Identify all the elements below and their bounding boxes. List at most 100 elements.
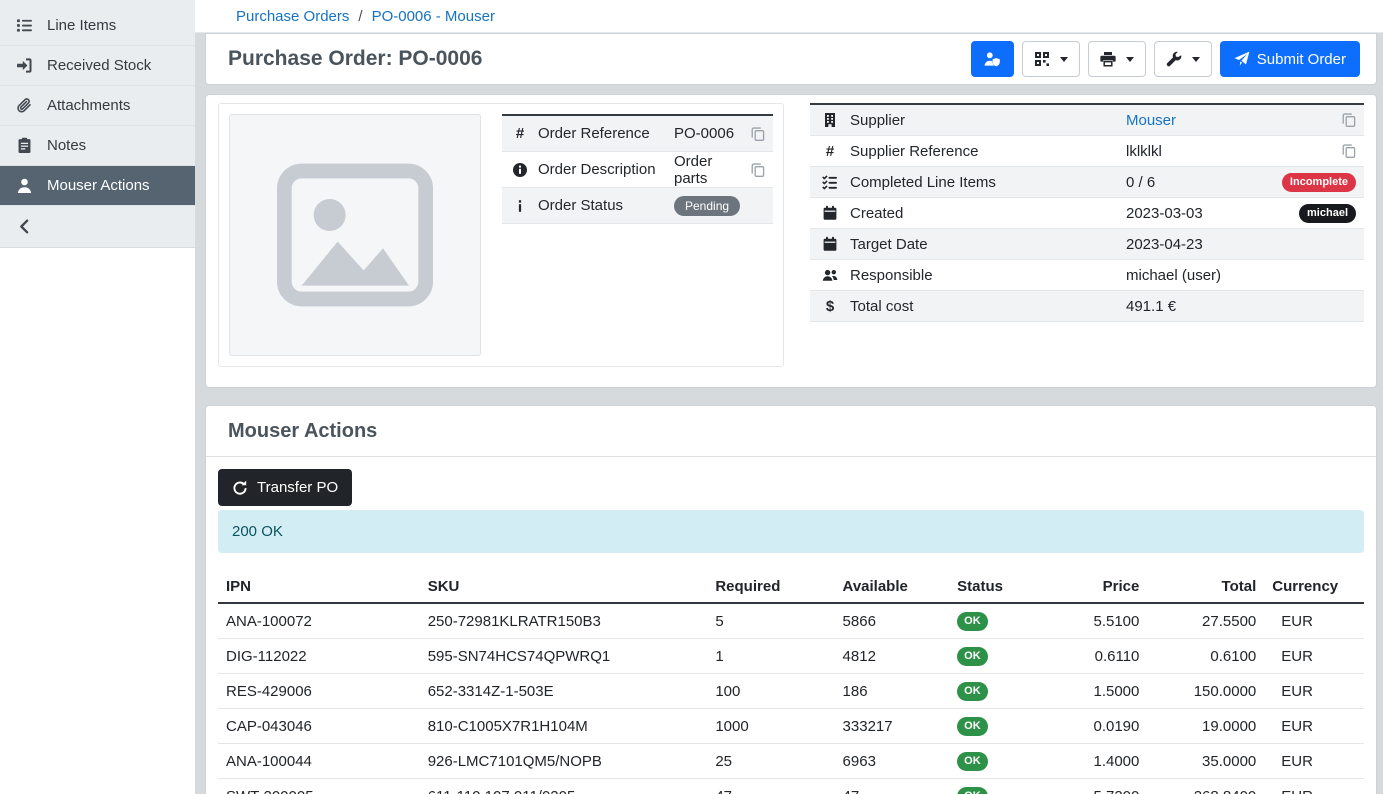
status-badge: Pending [674,196,740,216]
sidebar-items: Line Items Received Stock Attachments Notes… [0,5,195,205]
detail-icon-cell: # [810,143,850,160]
detail-value: lklklkl [1126,143,1332,160]
cell-total: 19.0000 [1147,709,1264,744]
sidebar-item-label: Line Items [47,17,116,34]
cell-ipn: RES-429006 [218,674,420,709]
main-area: Purchase Orders / PO-0006 - Mouser Purchas… [195,0,1383,794]
table-row-dig-112022: DIG-112022595-SN74HCS74QPWRQ114812OK0.61… [218,639,1364,674]
cell-price: 0.0190 [1044,709,1147,744]
cell-status: OK [949,603,1044,639]
copy-icon [751,163,765,177]
cell-status: OK [949,744,1044,779]
cell-ipn: DIG-112022 [218,639,420,674]
column-header-ipn: IPN [218,572,420,603]
status-ok-badge: OK [957,787,988,794]
calendar-icon [822,205,838,221]
breadcrumb: Purchase Orders / PO-0006 - Mouser [195,0,1383,33]
breadcrumb-separator: / [358,8,362,25]
print-actions-button[interactable] [1088,41,1146,77]
toolbar-button-group [971,41,1212,77]
supplier-link[interactable]: Mouser [1126,112,1176,129]
order-details-right: SupplierMouser#Supplier Referencelklklkl… [810,103,1364,367]
detail-value: 0 / 6 [1126,174,1282,191]
sidebar-nav: Line Items Received Stock Attachments Notes… [0,0,195,248]
part-image-placeholder[interactable] [229,114,481,356]
qr-code-icon [1034,51,1050,67]
detail-icon-cell [810,205,850,221]
page-header: Purchase Order: PO-0006 Submit Order [205,33,1377,85]
copy-button[interactable] [751,163,765,177]
detail-value: 491.1 € [1126,298,1356,315]
column-header-status: Status [949,572,1044,603]
barcode-actions-button[interactable] [1022,41,1080,77]
cell-ipn: CAP-043046 [218,709,420,744]
detail-icon-cell [810,267,850,283]
info-circle-icon [512,162,528,178]
cell-sku: 611-110.107.011/0205 [420,779,708,794]
cell-price: 1.4000 [1044,744,1147,779]
cell-total: 268.8400 [1147,779,1264,794]
caret-down-icon [1060,57,1068,62]
detail-value: Order parts [674,153,741,187]
tools-icon [1166,51,1182,67]
table-header-row: IPNSKURequiredAvailableStatusPriceTotalC… [218,572,1364,603]
calendar-icon [822,236,838,252]
submit-order-button[interactable]: Submit Order [1220,41,1360,77]
sidebar-item-notes[interactable]: Notes [0,125,195,165]
sidebar-item-label: Notes [47,137,86,154]
paper-plane-icon [1234,51,1250,67]
breadcrumb-link-po-0006-mouser[interactable]: PO-0006 - Mouser [372,8,495,25]
detail-value: Mouser [1126,112,1332,129]
detail-label: Completed Line Items [850,174,1126,191]
detail-label: Target Date [850,236,1126,253]
cell-total: 35.0000 [1147,744,1264,779]
status-alert: 200 OK [218,510,1364,553]
cell-sku: 250-72981KLRATR150B3 [420,603,708,639]
cell-price: 1.5000 [1044,674,1147,709]
sign-in-icon [16,57,33,74]
cell-required: 1000 [707,709,834,744]
breadcrumb-link-purchase-orders[interactable]: Purchase Orders [236,8,349,25]
detail-row-completed-line-items: Completed Line Items0 / 6Incomplete [810,167,1364,198]
detail-row-total-cost: $Total cost491.1 € [810,291,1364,322]
sidebar-collapse-button[interactable] [0,205,195,247]
notes-icon [16,137,33,154]
detail-row-order-status: Order StatusPending [502,188,773,224]
sidebar-item-line-items[interactable]: Line Items [0,5,195,45]
cell-available: 6963 [835,744,950,779]
app-root: Line Items Received Stock Attachments Notes… [0,0,1383,794]
dollar-icon: $ [826,298,834,315]
detail-value: 2023-03-03 [1126,205,1299,222]
copy-button[interactable] [1342,144,1356,158]
detail-label: Supplier Reference [850,143,1126,160]
cell-sku: 652-3314Z-1-503E [420,674,708,709]
cell-status: OK [949,674,1044,709]
cell-ipn: ANA-100072 [218,603,420,639]
user-actions-button[interactable] [971,41,1014,77]
sidebar-item-label: Mouser Actions [47,177,150,194]
copy-icon [1342,144,1356,158]
sidebar-item-received-stock[interactable]: Received Stock [0,45,195,85]
cell-currency: EUR [1264,674,1364,709]
sidebar-item-mouser-actions[interactable]: Mouser Actions [0,165,195,205]
hash-icon: # [516,125,524,142]
order-actions-button[interactable] [1154,41,1212,77]
panel-body: Transfer PO 200 OK IPNSKURequiredAvailab… [206,457,1376,794]
status-ok-badge: OK [957,612,988,631]
copy-button[interactable] [1342,113,1356,127]
toolbar: Submit Order [971,41,1360,77]
user-icon [16,177,33,194]
sidebar-item-label: Received Stock [47,57,151,74]
list-check-icon [822,174,838,190]
copy-button[interactable] [751,127,765,141]
column-header-required: Required [707,572,834,603]
cell-status: OK [949,639,1044,674]
detail-row-supplier-reference: #Supplier Referencelklklkl [810,136,1364,167]
cell-required: 1 [707,639,834,674]
mouser-actions-panel: Mouser Actions Transfer PO 200 OK IPNSKU… [205,405,1377,794]
transfer-po-button[interactable]: Transfer PO [218,469,352,506]
status-ok-badge: OK [957,647,988,666]
cell-currency: EUR [1264,603,1364,639]
cell-available: 4812 [835,639,950,674]
sidebar-item-attachments[interactable]: Attachments [0,85,195,125]
